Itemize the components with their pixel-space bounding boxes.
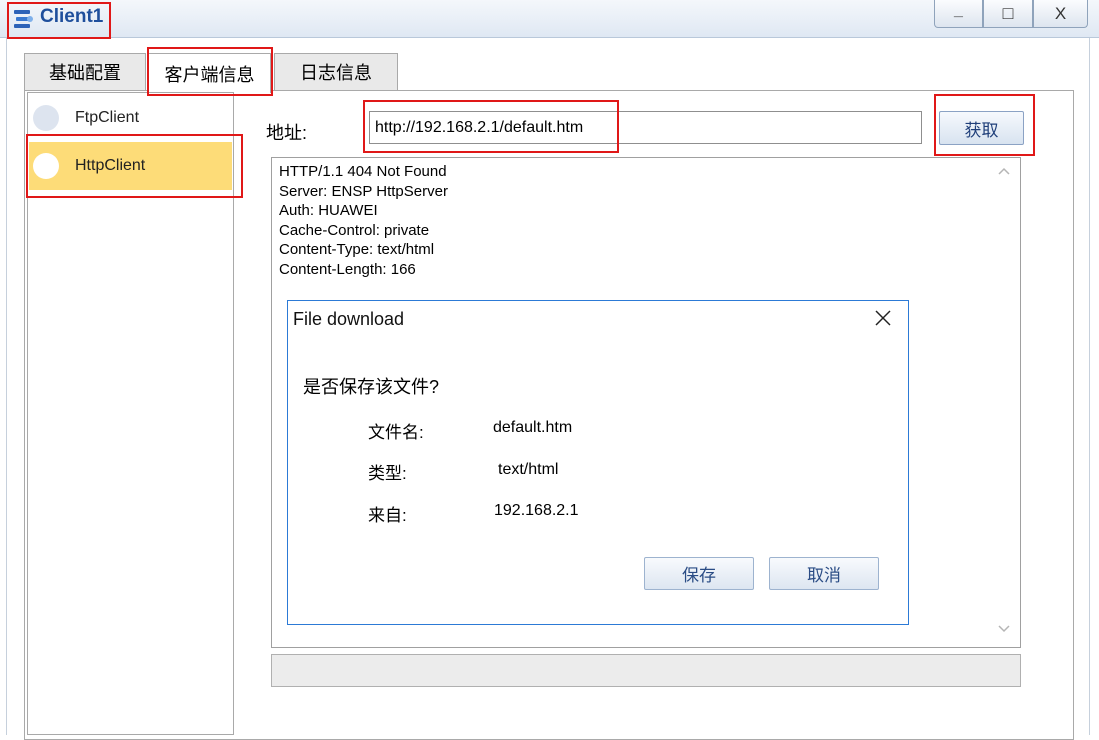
response-line: HTTP/1.1 404 Not Found [279, 163, 447, 180]
close-window-icon: X [1054, 3, 1067, 23]
dialog-title: File download [293, 309, 405, 329]
list-item-httpclient[interactable]: HttpClient [29, 142, 232, 190]
list-item-ftpclient[interactable]: FtpClient [29, 94, 232, 142]
close-icon[interactable] [872, 307, 894, 329]
response-text: HTTP/1.1 404 Not Found Server: ENSP Http… [279, 162, 448, 280]
save-button[interactable]: 保存 [644, 557, 754, 590]
maximize-button[interactable]: □ [983, 0, 1033, 28]
client-app-icon [14, 10, 33, 28]
window-title: Client1 [40, 6, 104, 27]
maximize-icon: □ [1002, 3, 1014, 23]
address-input[interactable] [369, 111, 922, 144]
ftp-client-icon [33, 105, 59, 131]
response-line: Cache-Control: private [279, 221, 430, 239]
tab-log-info[interactable]: 日志信息 [274, 53, 398, 90]
tab-basic-config[interactable]: 基础配置 [24, 53, 146, 90]
chevron-up-icon[interactable] [997, 166, 1011, 176]
save-button-label: 保存 [682, 566, 716, 585]
close-button[interactable]: X [1033, 0, 1088, 28]
type-value: text/html [498, 461, 559, 478]
response-line: Content-Type: text/html [279, 241, 435, 259]
response-line: Auth: HUAWEI [279, 202, 378, 220]
minimize-button[interactable]: _ [934, 0, 983, 28]
minimize-icon: _ [954, 1, 963, 19]
cancel-button-label: 取消 [807, 566, 841, 585]
list-item-label: FtpClient [75, 109, 140, 126]
cancel-button[interactable]: 取消 [769, 557, 879, 590]
http-client-icon [33, 153, 59, 179]
type-label: 类型: [368, 464, 407, 483]
list-item-label: HttpClient [75, 157, 146, 174]
tab-label: 基础配置 [49, 63, 121, 83]
response-line: Server: ENSP HttpServer [279, 182, 448, 200]
fetch-button-label: 获取 [964, 120, 999, 140]
address-label: 地址: [266, 123, 308, 143]
from-label: 来自: [368, 506, 407, 525]
save-question: 是否保存该文件? [303, 377, 440, 397]
status-bar [271, 654, 1021, 687]
filename-value: default.htm [493, 419, 573, 436]
tab-label: 客户端信息 [164, 64, 255, 85]
chevron-down-icon[interactable] [997, 624, 1011, 634]
fetch-button[interactable]: 获取 [939, 111, 1024, 145]
from-value: 192.168.2.1 [494, 502, 579, 519]
tab-label: 日志信息 [300, 63, 372, 83]
response-line: Content-Length: 166 [279, 260, 416, 278]
filename-label: 文件名: [368, 423, 424, 442]
tab-client-info[interactable]: 客户端信息 [148, 53, 271, 93]
